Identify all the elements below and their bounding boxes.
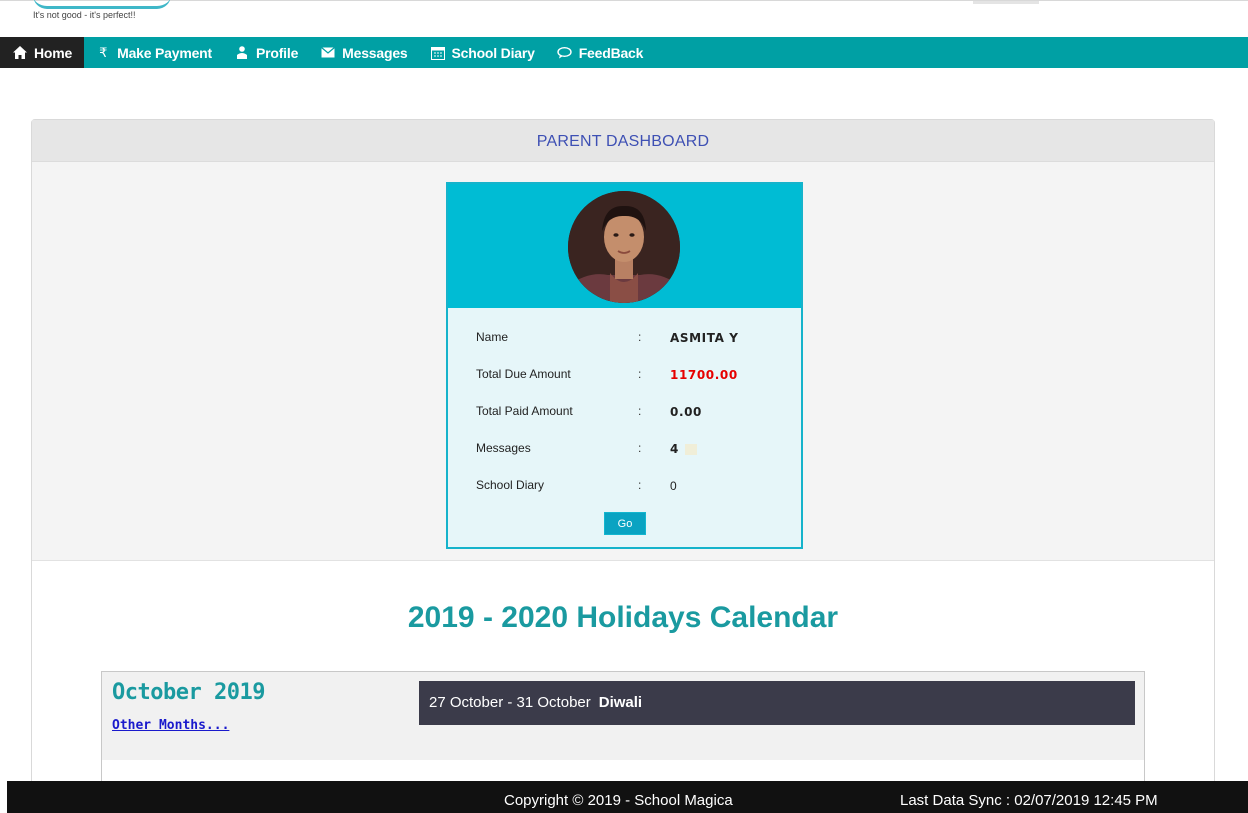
info-row-diary: School Diary : 0 [476,478,776,515]
month-heading: October 2019 [112,680,265,705]
holiday-entry: 27 October - 31 October Diwali [419,681,1135,725]
holiday-dates: 27 October - 31 October [429,694,591,711]
home-icon [12,46,28,59]
dashboard-panel: PARENT DASHBOARD Name : ASMITA Y Total D… [31,119,1215,801]
nav-profile[interactable]: Profile [223,37,309,68]
dashboard-title: PARENT DASHBOARD [32,120,1214,162]
other-months-link[interactable]: Other Months... [112,718,229,733]
tagline: It's not good - it's perfect!! [33,10,136,20]
envelope-icon [320,47,336,58]
main-nav: Home ₹ Make Payment Profile Messages Sch… [0,37,1248,68]
header-strip: It's not good - it's perfect!! [0,0,1248,38]
nav-feedback-label: FeedBack [578,44,644,61]
calendar-month-row: October 2019 Other Months... 27 October … [102,672,1144,760]
calendar-title: 2019 - 2020 Holidays Calendar [407,601,839,634]
copyright-text: Copyright © 2019 - School Magica [504,792,733,809]
name-label: Name [476,330,509,344]
paid-label: Total Paid Amount [476,404,573,418]
nav-home[interactable]: Home [0,37,85,68]
nav-make-payment-label: Make Payment [117,44,212,61]
last-sync-text: Last Data Sync : 02/07/2019 12:45 PM [900,792,1158,809]
holiday-name: Diwali [598,694,643,711]
student-info: Name : ASMITA Y Total Due Amount : 11700… [476,330,776,515]
nav-messages-label: Messages [342,44,408,61]
messages-value[interactable]: 4 [670,442,697,456]
logo[interactable] [33,0,171,9]
nav-home-label: Home [34,44,73,61]
info-row-due: Total Due Amount : 11700.00 [476,367,776,404]
messages-separator: : [638,441,642,455]
card-header [448,184,801,308]
nav-make-payment[interactable]: ₹ Make Payment [84,37,223,68]
message-badge-icon [684,444,697,455]
name-separator: : [638,330,642,344]
nav-feedback[interactable]: FeedBack [546,37,655,68]
comment-icon [557,46,573,59]
diary-value: 0 [670,479,678,493]
rupee-icon: ₹ [99,44,108,60]
info-row-messages: Messages : 4 [476,441,776,478]
diary-separator: : [638,478,642,492]
nav-school-diary[interactable]: School Diary [419,37,546,68]
top-right-bar [973,1,1039,4]
nav-messages[interactable]: Messages [309,37,418,68]
messages-count: 4 [670,442,679,456]
holidays-section: 2019 - 2020 Holidays Calendar October 20… [32,560,1214,801]
due-separator: : [638,367,642,381]
footer: Copyright © 2019 - School Magica Last Da… [7,781,1248,813]
info-row-paid: Total Paid Amount : 0.00 [476,404,776,441]
go-button[interactable]: Go [604,512,646,535]
due-value: 11700.00 [670,368,738,382]
paid-separator: : [638,404,642,418]
messages-label: Messages [476,441,531,455]
name-value: ASMITA Y [670,331,739,345]
person-icon [234,46,250,59]
calendar-icon [430,46,446,60]
diary-label: School Diary [476,478,545,492]
student-photo [568,191,680,303]
paid-value: 0.00 [670,405,703,419]
nav-school-diary-label: School Diary [451,44,535,61]
info-row-name: Name : ASMITA Y [476,330,776,367]
nav-profile-label: Profile [255,44,299,61]
student-card: Name : ASMITA Y Total Due Amount : 11700… [446,182,803,549]
due-label: Total Due Amount [476,367,571,381]
